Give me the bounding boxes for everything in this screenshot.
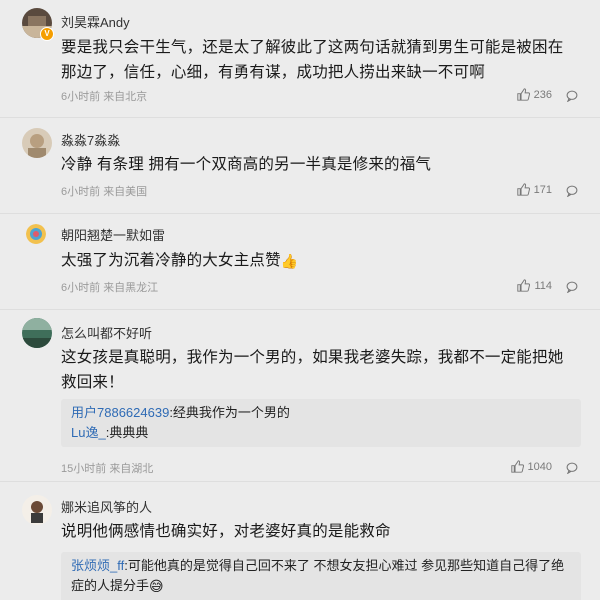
comment-location: 来自美国 <box>103 186 148 198</box>
comment-meta: 15小时前 来自湖北 <box>61 460 153 476</box>
reply-username[interactable]: Lu逸_ <box>71 425 106 440</box>
like-button[interactable]: 1040 <box>510 460 552 473</box>
reply-text: :可能他真的是觉得自己回不来了 不想女友担心难过 参见那些知道自己得了绝症的人提… <box>71 558 565 593</box>
comment-meta: 6小时前 来自北京 <box>61 88 147 104</box>
comment-text: 冷静 有条理 拥有一个双商高的另一半真是修来的福气 <box>61 156 432 173</box>
comment-time: 6小时前 <box>61 186 101 198</box>
avatar[interactable] <box>22 318 52 348</box>
comment-text: 太强了为沉着冷静的大女主点赞👍 <box>61 248 578 274</box>
comment-location: 来自湖北 <box>109 463 154 475</box>
reply-box: 用户7886624639:经典我作为一个男的 Lu逸_:典典典 <box>61 399 581 447</box>
comment-text: 要是我只会干生气，还是太了解彼此了这两句话就猜到男生可能是被困在那边了，信任，心… <box>61 39 564 81</box>
comment-item: 娜米追风筝的人 说明他俩感情也确实好，对老婆好真的是能救命 张烦烦_ff:可能他… <box>0 482 600 600</box>
username[interactable]: 娜米追风筝的人 <box>61 497 152 516</box>
reply-text: :典典典 <box>105 425 149 440</box>
sweat-smile-emoji: 😅 <box>149 578 164 594</box>
thumbs-up-icon <box>517 279 531 292</box>
thumbs-up-icon <box>516 88 530 101</box>
thumbs-up-icon <box>510 460 524 473</box>
comment-bubble-icon[interactable] <box>566 184 578 198</box>
username[interactable]: 怎么叫都不好听 <box>61 323 152 342</box>
comment-item: V 刘昊霖Andy 要是我只会干生气，还是太了解彼此了这两句话就猜到男生可能是被… <box>0 0 600 118</box>
comment-time: 6小时前 <box>61 282 101 294</box>
reply-text: :经典我作为一个男的 <box>169 405 290 420</box>
comment-item: 怎么叫都不好听 这女孩是真聪明，我作为一个男的，如果我老婆失踪，我都不一定能把她… <box>0 310 600 482</box>
like-button[interactable]: 171 <box>516 183 552 196</box>
comment-bubble-icon[interactable] <box>566 461 578 475</box>
thumbs-up-emoji: 👍 <box>280 253 299 269</box>
username[interactable]: 淼淼7淼淼 <box>61 130 120 149</box>
comment-time: 15小时前 <box>61 463 107 475</box>
comment-location: 来自北京 <box>103 91 148 103</box>
comment-text: 这女孩是真聪明，我作为一个男的，如果我老婆失踪，我都不一定能把她救回来！ <box>61 349 564 391</box>
reply-item[interactable]: 用户7886624639:经典我作为一个男的 <box>71 403 571 423</box>
comment-meta: 6小时前 来自美国 <box>61 183 147 199</box>
comment-bubble-icon[interactable] <box>566 89 578 103</box>
comment-feed: V 刘昊霖Andy 要是我只会干生气，还是太了解彼此了这两句话就猜到男生可能是被… <box>0 0 600 600</box>
reply-item[interactable]: 张烦烦_ff:可能他真的是觉得自己回不来了 不想女友担心难过 参见那些知道自己得… <box>71 556 571 596</box>
like-button[interactable]: 236 <box>516 88 552 101</box>
comment-item: 朝阳翘楚一默如雷 太强了为沉着冷静的大女主点赞👍 6小时前 来自黑龙江 114 <box>0 214 600 310</box>
comment-time: 6小时前 <box>61 91 101 103</box>
avatar[interactable] <box>22 495 52 525</box>
reply-item[interactable]: Lu逸_:典典典 <box>71 423 571 443</box>
verified-badge-icon: V <box>40 27 54 41</box>
like-button[interactable]: 114 <box>517 279 552 292</box>
username[interactable]: 刘昊霖Andy <box>61 12 130 31</box>
comment-item: 淼淼7淼淼 冷静 有条理 拥有一个双商高的另一半真是修来的福气 6小时前 来自美… <box>0 118 600 214</box>
comment-text-content: 太强了为沉着冷静的大女主点赞 <box>61 252 281 269</box>
comment-text: 说明他俩感情也确实好，对老婆好真的是能救命 <box>61 523 391 540</box>
reply-username[interactable]: 用户7886624639 <box>71 405 169 420</box>
avatar[interactable] <box>22 128 52 158</box>
like-count: 236 <box>533 88 552 101</box>
reply-box: 张烦烦_ff:可能他真的是觉得自己回不来了 不想女友担心难过 参见那些知道自己得… <box>61 552 581 600</box>
username[interactable]: 朝阳翘楚一默如雷 <box>61 225 165 244</box>
reply-username[interactable]: 张烦烦_ff <box>71 558 124 573</box>
comment-bubble-icon[interactable] <box>566 280 578 294</box>
like-count: 171 <box>533 183 552 196</box>
comment-meta: 6小时前 来自黑龙江 <box>61 279 158 295</box>
avatar[interactable] <box>26 224 46 244</box>
comment-location: 来自黑龙江 <box>103 282 159 294</box>
thumbs-up-icon <box>516 183 530 196</box>
like-count: 114 <box>534 279 552 292</box>
like-count: 1040 <box>527 460 552 473</box>
